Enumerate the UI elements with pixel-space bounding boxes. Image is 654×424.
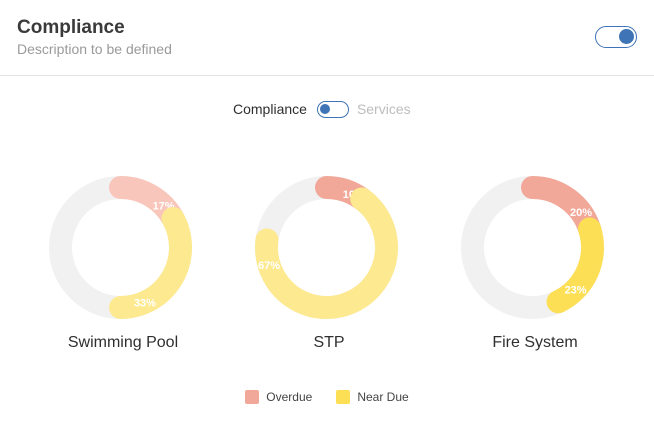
chart-title-fire-system: Fire System: [492, 334, 578, 351]
chart-title-swimming-pool: Swimming Pool: [67, 334, 179, 351]
toggle-knob: [619, 29, 634, 44]
card-title: Compliance: [17, 17, 125, 38]
donut-swimming-pool-svg: 17%33%: [49, 176, 192, 319]
card-enable-toggle[interactable]: [595, 26, 637, 48]
legend-swatch-near-due: [336, 390, 351, 404]
donut-stp-svg: 10%67%: [255, 176, 398, 319]
chart-title-stp: STP: [313, 334, 345, 351]
donut-chart-stp: 10% 67% STP: [254, 175, 404, 365]
legend-item-near-due[interactable]: Near Due: [336, 390, 409, 404]
donut-label-fire-system-overdue: 20%: [570, 207, 592, 219]
legend-item-overdue[interactable]: Overdue: [245, 390, 312, 404]
card-header: Compliance Description to be defined: [0, 0, 654, 76]
view-toggle-knob: [319, 103, 330, 114]
legend-label-overdue: Overdue: [266, 390, 313, 404]
chart-legend: Overdue Near Due: [0, 390, 654, 404]
donut-slice-swimming-pool-near-due[interactable]: [109, 207, 192, 319]
donut-chart-swimming-pool: 17% 33% Swimming Pool: [48, 175, 198, 365]
legend-label-near-due: Near Due: [357, 390, 409, 404]
view-switch: Compliance Services: [233, 98, 411, 120]
donut-label-stp-near-due: 67%: [258, 260, 280, 272]
legend-swatch-overdue: [245, 390, 260, 404]
card-subtitle: Description to be defined: [17, 41, 172, 57]
donut-fire-system-svg: 20% 23%: [461, 176, 604, 319]
donut-label-swimming-pool-near-due: 33%: [134, 297, 156, 309]
donut-chart-fire-system: 20% 23% Fire System: [460, 175, 610, 365]
view-label-compliance[interactable]: Compliance: [233, 101, 307, 117]
view-label-services[interactable]: Services: [357, 101, 411, 117]
view-toggle[interactable]: [316, 100, 349, 118]
donut-label-fire-system-near-due: 23%: [565, 284, 587, 296]
